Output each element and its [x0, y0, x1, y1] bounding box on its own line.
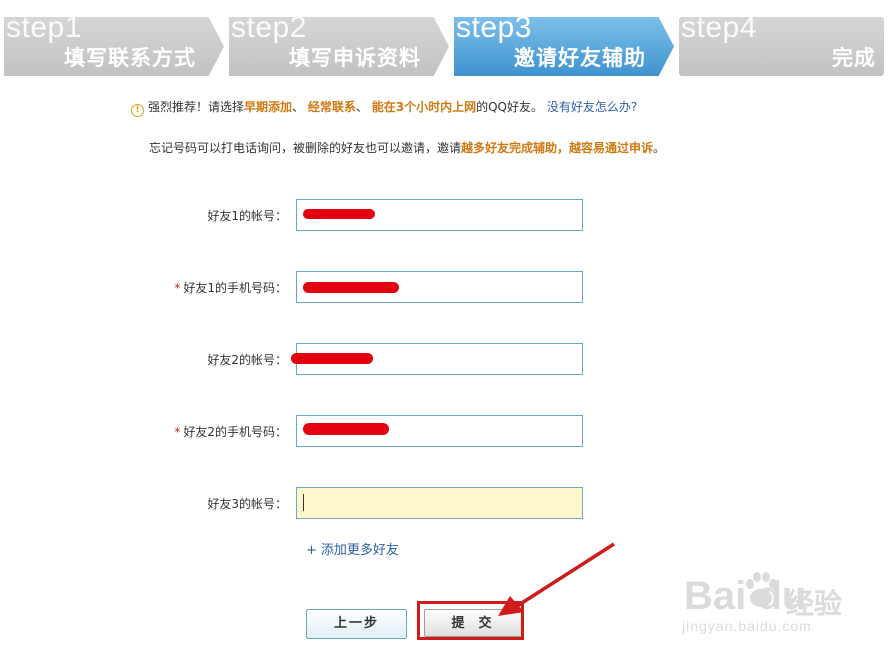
no-friends-help-link[interactable]: 没有好友怎么办? — [547, 100, 637, 114]
friend2-phone-label-text: 好友2的手机号码： — [183, 425, 287, 439]
notice-highlight-early: 早期添加 — [244, 100, 293, 114]
notice-sep-2: 、 — [355, 100, 368, 114]
step-3-current: step3 邀请好友辅助 — [454, 17, 674, 76]
friend1-account-label: 好友1的帐号： — [207, 209, 287, 223]
friend2-account-label: 好友2的帐号： — [207, 353, 287, 367]
step-2-number: step2 — [231, 11, 307, 44]
friend2-phone-label: * 好友2的手机号码： — [174, 423, 287, 440]
redaction-mark — [303, 282, 399, 293]
friend1-phone-row: * 好友1的手机号码： — [0, 271, 890, 303]
step-1: step1 填写联系方式 — [4, 17, 224, 76]
friend1-phone-input[interactable] — [296, 271, 583, 303]
redaction-mark — [291, 353, 373, 364]
tip-text: 忘记号码可以打电话询问，被删除的好友也可以邀请，邀请 — [149, 141, 462, 155]
redaction-mark — [303, 209, 375, 219]
required-mark: * — [174, 281, 181, 295]
step-4-label: 完成 — [832, 46, 876, 70]
watermark-jingyan: 经验 — [786, 587, 843, 620]
friend1-account-row: 好友1的帐号： — [0, 199, 890, 231]
step-4-number: step4 — [681, 11, 757, 44]
notice-highlight-frequent: 经常联系 — [307, 100, 356, 114]
step-1-label: 填写联系方式 — [64, 46, 196, 70]
friend1-account-input[interactable] — [296, 199, 583, 231]
step-4: step4 完成 — [679, 13, 884, 76]
friend3-account-input[interactable] — [296, 487, 583, 519]
friend3-account-row: 好友3的帐号： — [0, 487, 890, 519]
paw-icon — [746, 572, 777, 607]
add-more-friends-label: 添加更多好友 — [320, 543, 399, 558]
step-1-number: step1 — [6, 11, 82, 44]
annotation-arrow-icon — [498, 542, 615, 616]
friend1-phone-label: * 好友1的手机号码： — [174, 279, 287, 296]
previous-step-button[interactable]: 上一步 — [306, 609, 407, 639]
step-2-label: 填写申诉资料 — [289, 46, 421, 70]
notice-prefix: 强烈推荐！请选择 — [148, 100, 245, 114]
friend1-phone-label-text: 好友1的手机号码： — [183, 281, 287, 295]
notice-suffix: 的QQ好友。 — [476, 100, 543, 114]
step-progress-bar: step1 填写联系方式 step2 填写申诉资料 step3 邀请好友辅助 s… — [4, 13, 884, 76]
required-mark: * — [174, 425, 181, 439]
step-2: step2 填写申诉资料 — [229, 17, 449, 76]
baidu-jingyan-watermark: Bai du 经验 jingyan.baidu.com — [680, 566, 885, 646]
friend2-phone-row: * 好友2的手机号码： — [0, 415, 890, 447]
tip-highlight: 越多好友完成辅助，越容易通过申诉 — [461, 141, 654, 155]
friend2-phone-input[interactable] — [296, 415, 583, 447]
notice-sep-1: 、 — [292, 100, 305, 114]
invite-tip: 忘记号码可以打电话询问，被删除的好友也可以邀请，邀请越多好友完成辅助，越容易通过… — [149, 139, 665, 156]
add-more-friends-link[interactable]: + 添加更多好友 — [306, 539, 399, 558]
redaction-mark — [303, 423, 389, 435]
friend3-account-label: 好友3的帐号： — [207, 497, 287, 511]
tip-end: 。 — [653, 141, 666, 155]
step-3-number: step3 — [456, 11, 532, 44]
friend2-account-input[interactable] — [291, 343, 583, 375]
warning-icon: ! — [131, 104, 144, 117]
step-3-label: 邀请好友辅助 — [514, 46, 646, 70]
watermark-url: jingyan.baidu.com — [682, 618, 812, 634]
plus-icon: + — [306, 543, 317, 558]
text-caret — [303, 494, 304, 511]
notice-highlight-online: 能在3个小时内上网 — [371, 100, 477, 114]
recommendation-notice: ! 强烈推荐！请选择早期添加、 经常联系、 能在3个小时内上网的QQ好友。 没有好… — [131, 98, 637, 117]
friend2-account-row: 好友2的帐号： — [0, 343, 890, 375]
